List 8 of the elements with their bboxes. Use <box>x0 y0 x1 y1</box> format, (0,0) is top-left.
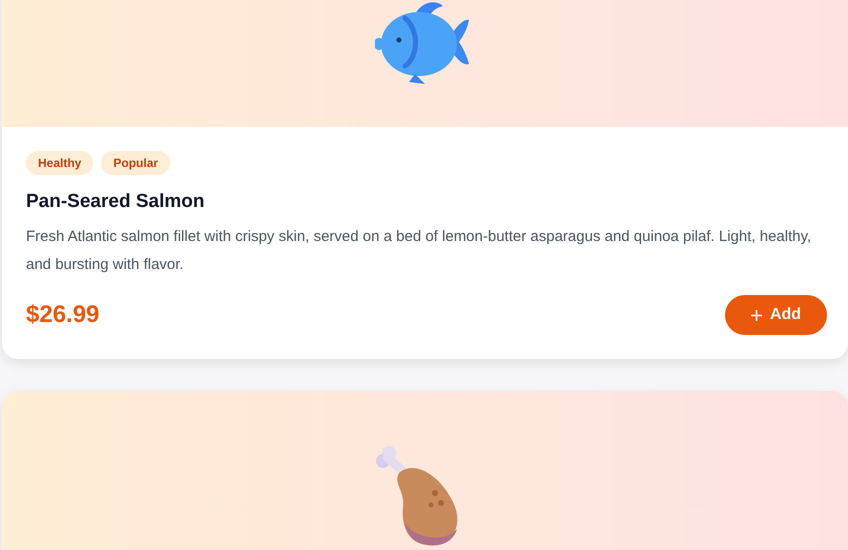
fish-icon <box>375 0 471 84</box>
price: $26.99 <box>26 300 100 330</box>
plus-icon <box>750 310 762 320</box>
dish-description: Fresh Atlantic salmon fillet with crispy skin, served on a bed of lemon-butter asparagus and quinoa pilaf. Light, healthy, and bursting with flavor. <box>26 227 812 275</box>
dish-title: Pan-Seared Salmon <box>26 190 206 214</box>
tag: Healthy <box>26 151 94 175</box>
add-button[interactable]: Add <box>725 295 827 335</box>
tag: Popular <box>101 151 170 175</box>
